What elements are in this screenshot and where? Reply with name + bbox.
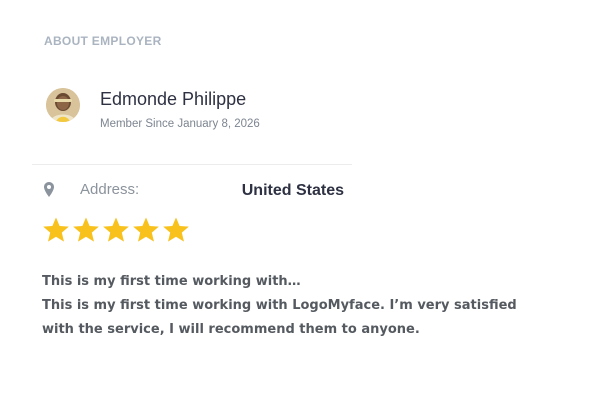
star-icon bbox=[163, 217, 189, 242]
review-title: This is my first time working with… bbox=[42, 274, 301, 289]
map-pin-icon bbox=[44, 182, 54, 197]
address-label: Address: bbox=[80, 181, 140, 198]
employer-profile: Edmonde Philippe Member Since January 8,… bbox=[46, 88, 386, 136]
star-icon bbox=[103, 217, 129, 242]
section-divider bbox=[32, 164, 352, 165]
star-icon bbox=[73, 217, 99, 242]
star-icon bbox=[43, 217, 69, 242]
star-icon bbox=[133, 217, 159, 242]
member-since-text: Member Since January 8, 2026 bbox=[100, 118, 260, 130]
employer-name[interactable]: Edmonde Philippe bbox=[100, 89, 246, 110]
user-avatar-icon bbox=[46, 88, 80, 122]
address-row: Address: United States bbox=[44, 180, 354, 202]
about-employer-title: ABOUT EMPLOYER bbox=[44, 34, 162, 48]
review-body: This is my first time working with LogoM… bbox=[42, 298, 517, 337]
employer-avatar[interactable] bbox=[46, 88, 80, 122]
star-rating bbox=[42, 216, 192, 250]
review: This is my first time working with… This… bbox=[42, 270, 532, 342]
address-value: United States bbox=[241, 182, 344, 199]
